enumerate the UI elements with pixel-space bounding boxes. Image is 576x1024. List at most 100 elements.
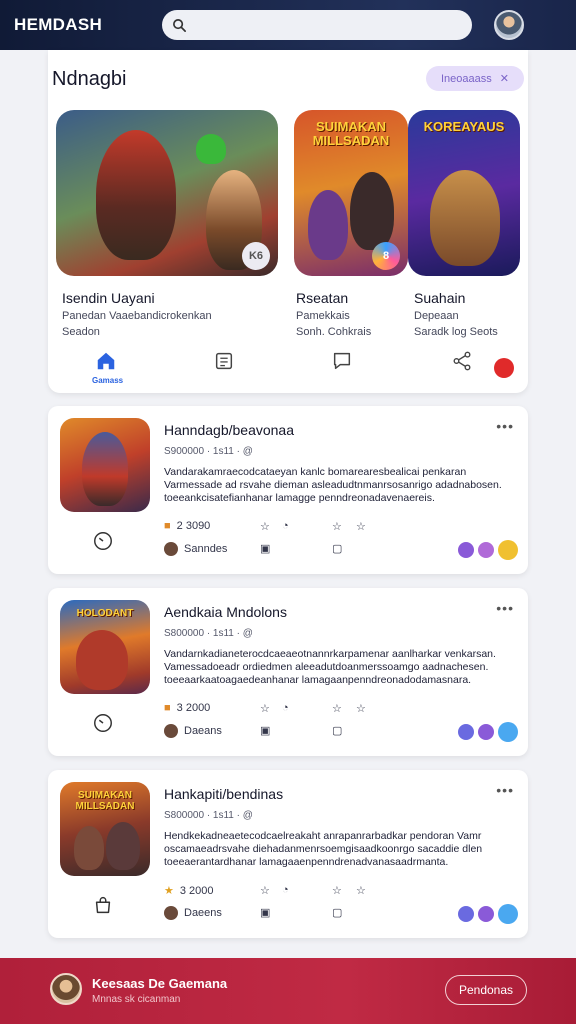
clock-icon[interactable]	[92, 530, 114, 552]
game-thumbnail[interactable]: HOLODANT	[60, 600, 150, 694]
star-icon[interactable]: ☆	[356, 884, 366, 897]
featured-sub-3: Depeaan Saradk log Seots	[414, 308, 498, 340]
banner-action-button[interactable]: Pendonas	[445, 975, 527, 1005]
timer-icon[interactable]: ◔	[282, 520, 289, 532]
star-icon[interactable]: ☆	[332, 520, 342, 533]
item-description: Vandarakamraecodcataeyan kanlc bomareare…	[164, 466, 502, 504]
nav-share[interactable]	[442, 350, 482, 377]
featured-sub-1: Panedan Vaaebandicrokenkan Seadon	[62, 308, 212, 340]
profile-avatar[interactable]	[494, 10, 524, 40]
tag-chip[interactable]	[498, 540, 518, 560]
save-icon[interactable]: ▣	[260, 724, 270, 737]
hero-figure	[76, 630, 128, 690]
hero-figure	[96, 130, 176, 260]
card-art-title: SUIMAKAN MILLSADAN	[312, 119, 390, 148]
item-tag-label: Daeens	[184, 907, 222, 919]
trophy-icon: ■	[164, 702, 171, 714]
star-filled-icon: ★	[164, 885, 174, 897]
banner-title: Keesaas De Gaemana	[92, 976, 228, 991]
star-icon[interactable]: ☆	[356, 520, 366, 533]
more-options-icon[interactable]: •••	[496, 600, 514, 616]
item-title[interactable]: Hankapiti/bendinas	[164, 786, 283, 802]
share-icon	[453, 351, 471, 371]
tag-chip[interactable]	[478, 724, 494, 740]
nav-chat[interactable]	[322, 350, 362, 377]
item-stat: ★ 3 2000	[164, 884, 214, 898]
tag-chip[interactable]	[478, 542, 494, 558]
item-title[interactable]: Aendkaia Mndolons	[164, 604, 287, 620]
item-tag: Daeans	[164, 724, 222, 738]
more-options-icon[interactable]: •••	[496, 782, 514, 798]
clock-icon[interactable]	[92, 712, 114, 734]
featured-nav: Gamass	[48, 346, 528, 390]
document-icon	[215, 352, 233, 370]
star-icon[interactable]: ☆	[332, 884, 342, 897]
item-stat: ■ 3 2000	[164, 702, 210, 714]
view-all-button[interactable]: Ineoaaass ✕	[426, 66, 524, 91]
card-art-title: KOREAYAUS	[423, 119, 505, 134]
game-thumbnail[interactable]: SUIMAKAN MILLSADAN	[60, 782, 150, 876]
more-options-icon[interactable]: •••	[496, 418, 514, 434]
tag-chip[interactable]	[498, 722, 518, 742]
close-icon: ✕	[499, 73, 509, 85]
item-stat-value: 3 2000	[176, 702, 211, 714]
nav-feed[interactable]	[204, 350, 244, 377]
hero-figure	[74, 826, 104, 870]
featured-card-1[interactable]: K6	[56, 110, 278, 276]
nav-home[interactable]	[86, 350, 126, 377]
tag-chip[interactable]	[478, 906, 494, 922]
star-icon[interactable]: ☆	[260, 520, 270, 533]
avatar[interactable]	[50, 973, 82, 1005]
star-icon[interactable]: ☆	[260, 702, 270, 715]
star-icon[interactable]: ☆	[356, 702, 366, 715]
item-title[interactable]: Hanndagb/beavonaa	[164, 422, 294, 438]
item-description: Hendkekadneaetecodcaelreakaht anrapanrar…	[164, 830, 483, 868]
tag-chip[interactable]	[498, 904, 518, 924]
item-tag-label: Sanndes	[184, 543, 228, 555]
item-meta: S800000 · 1s11 · @	[164, 810, 253, 821]
tag-chip[interactable]	[458, 724, 474, 740]
item-tag: Sanndes	[164, 542, 227, 556]
hero-figure	[350, 172, 394, 250]
save-icon[interactable]: ▣	[260, 906, 270, 919]
featured-name-3[interactable]: Suahain	[414, 290, 465, 306]
nav-home-label: Gamass	[92, 376, 124, 385]
game-badge: K6	[242, 242, 270, 270]
timer-icon[interactable]: ◔	[282, 884, 289, 896]
view-all-label: Ineoaaass	[441, 72, 492, 85]
tag-chip[interactable]	[458, 542, 474, 558]
item-meta: S900000 · 1s11 · @	[164, 446, 253, 457]
item-tag: Daeens	[164, 906, 222, 920]
item-stat-value: 3 2000	[179, 884, 214, 897]
featured-name-2[interactable]: Rseatan	[296, 290, 348, 306]
featured-section: Ndnagbi Ineoaaass ✕ K6 SUIMAKAN MILLSADA…	[48, 50, 528, 393]
search-input[interactable]	[195, 17, 465, 33]
bottom-banner: Keesaas De Gaemana Mnnas sk cicanman Pen…	[0, 958, 576, 1024]
bookmark-icon[interactable]: ▢	[332, 906, 342, 919]
save-icon[interactable]: ▣	[260, 542, 270, 555]
bag-icon[interactable]	[92, 894, 114, 916]
list-item[interactable]: SUIMAKAN MILLSADAN Hankapiti/bendinas S8…	[48, 770, 528, 938]
game-badge: 8	[372, 242, 400, 270]
featured-card-2[interactable]: SUIMAKAN MILLSADAN 8	[294, 110, 408, 276]
timer-icon[interactable]: ◔	[282, 702, 289, 714]
hero-figure	[196, 134, 226, 164]
list-item[interactable]: Hanndagb/beavonaa S900000 · 1s11 · @ •••…	[48, 406, 528, 574]
star-icon[interactable]: ☆	[332, 702, 342, 715]
list-item[interactable]: HOLODANT Aendkaia Mndolons S800000 · 1s1…	[48, 588, 528, 756]
item-description: Vandarnkadianeterocdcaeaeotnannrkarpamen…	[164, 648, 496, 686]
bookmark-icon[interactable]: ▢	[332, 542, 342, 555]
featured-card-3[interactable]: KOREAYAUS	[408, 110, 520, 276]
tag-chip[interactable]	[458, 906, 474, 922]
bookmark-icon[interactable]: ▢	[332, 724, 342, 737]
notification-dot[interactable]	[494, 358, 514, 378]
app-brand[interactable]: HEMDASH	[14, 15, 162, 35]
star-icon[interactable]: ☆	[260, 884, 270, 897]
search-bar[interactable]	[162, 10, 472, 40]
chat-icon	[333, 352, 351, 370]
hero-figure	[430, 170, 500, 266]
featured-name-1[interactable]: Isendin Uayani	[62, 290, 155, 306]
avatar	[164, 542, 178, 556]
trophy-icon: ■	[164, 520, 171, 532]
game-thumbnail[interactable]	[60, 418, 150, 512]
